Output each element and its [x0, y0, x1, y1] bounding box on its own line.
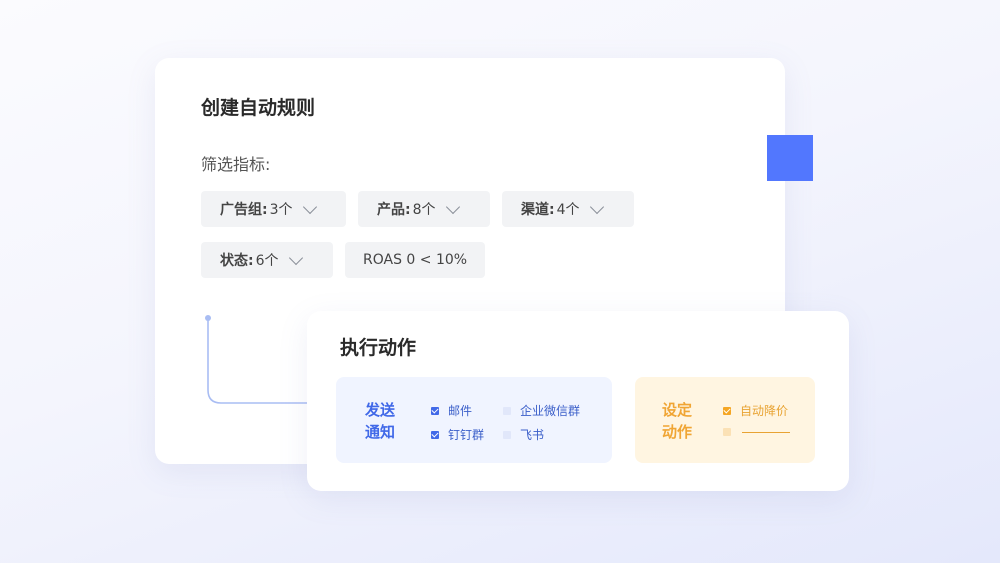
filter-chip-status[interactable]: 状态: 6个 [201, 242, 333, 278]
filter-metrics-label: 筛选指标: [201, 155, 271, 174]
filter-chip-ad-group[interactable]: 广告组: 3个 [201, 191, 346, 227]
option-label: 钉钉群 [448, 428, 485, 442]
checkbox-checked-icon [723, 406, 731, 415]
send-notification-label: 发送通知 [365, 401, 396, 441]
chip-label: 状态: [220, 253, 254, 269]
set-action-label: 设定动作 [662, 401, 693, 441]
option-label: 企业微信群 [520, 404, 581, 418]
checkbox-checked-icon [431, 406, 439, 415]
placeholder-line [742, 431, 790, 433]
rule-card-title: 创建自动规则 [201, 97, 316, 119]
chevron-down-icon [288, 250, 303, 265]
option-email[interactable]: 邮件 [431, 402, 472, 419]
option-feishu[interactable]: 飞书 [503, 426, 544, 443]
chip-label: 产品: [377, 202, 411, 218]
chip-count: 3个 [269, 202, 293, 218]
decorative-square [767, 135, 813, 181]
chevron-down-icon [302, 199, 317, 214]
set-action-panel: 设定动作 自动降价 [635, 377, 815, 463]
checkbox-unchecked-icon [503, 406, 511, 415]
chevron-down-icon [445, 199, 460, 214]
option-dingtalk-group[interactable]: 钉钉群 [431, 426, 484, 443]
send-notification-panel: 发送通知 邮件 企业微信群 钉钉群 飞书 [336, 377, 612, 463]
option-wecom-group[interactable]: 企业微信群 [503, 402, 580, 419]
option-placeholder[interactable] [723, 428, 790, 436]
option-label: 自动降价 [740, 404, 789, 418]
filter-chip-channel[interactable]: 渠道: 4个 [502, 191, 634, 227]
filter-chip-product[interactable]: 产品: 8个 [358, 191, 490, 227]
checkbox-unchecked-icon [503, 430, 511, 439]
execute-action-card: 执行动作 发送通知 邮件 企业微信群 钉钉群 飞书 设定动作 自动降价 [307, 311, 849, 491]
option-label: 飞书 [520, 428, 545, 442]
action-card-title: 执行动作 [340, 337, 417, 359]
option-auto-price-cut[interactable]: 自动降价 [723, 402, 788, 419]
chip-count: 6个 [255, 253, 279, 269]
chevron-down-icon [589, 199, 604, 214]
chip-label: 广告组: [220, 202, 268, 218]
filter-chip-roas[interactable]: ROAS 0 < 10% [345, 242, 485, 278]
roas-condition: ROAS 0 < 10% [363, 252, 468, 268]
chip-count: 8个 [412, 202, 436, 218]
checkbox-unchecked-icon [723, 428, 731, 436]
option-label: 邮件 [448, 404, 473, 418]
checkbox-checked-icon [431, 430, 439, 439]
chip-label: 渠道: [521, 202, 555, 218]
chip-count: 4个 [556, 202, 580, 218]
